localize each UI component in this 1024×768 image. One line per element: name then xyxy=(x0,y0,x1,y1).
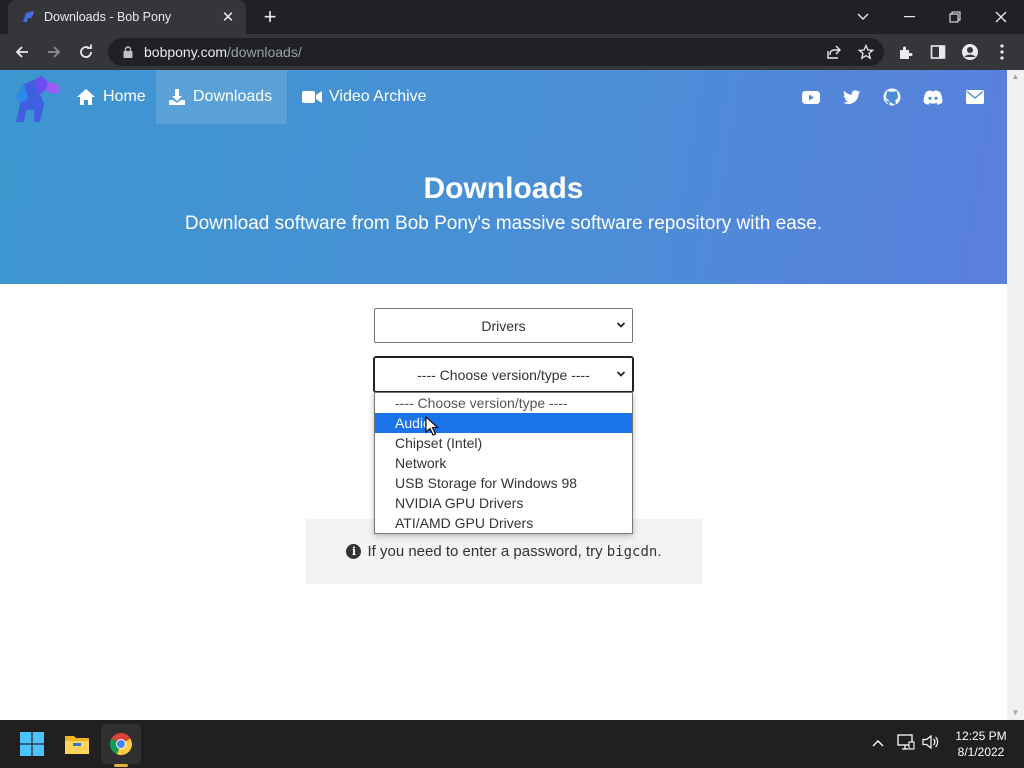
url-domain: bobpony.com xyxy=(144,44,228,60)
hero-banner: Home Downloads Video Archive Downloads D… xyxy=(0,70,1007,284)
youtube-icon[interactable] xyxy=(801,87,821,107)
volume-icon[interactable] xyxy=(922,734,940,753)
system-clock[interactable]: 12:25 PM 8/1/2022 xyxy=(944,728,1018,760)
scroll-up-arrow-icon[interactable]: ▲ xyxy=(1007,70,1024,84)
info-icon: i xyxy=(346,544,362,559)
network-icon[interactable] xyxy=(897,734,915,753)
chevron-down-icon xyxy=(616,322,626,328)
tab-close-icon[interactable]: ✕ xyxy=(216,8,240,26)
category-select-value: Drivers xyxy=(481,317,526,334)
twitter-icon[interactable] xyxy=(842,87,862,107)
clock-time: 12:25 PM xyxy=(955,729,1007,743)
page-subtitle: Download software from Bob Pony's massiv… xyxy=(184,213,823,234)
address-bar[interactable]: bobpony.com/downloads/ xyxy=(108,38,884,66)
dropdown-option-audio[interactable]: Audio xyxy=(375,413,632,433)
home-icon xyxy=(76,88,96,106)
url-text: bobpony.com/downloads/ xyxy=(144,44,302,60)
discord-icon[interactable] xyxy=(923,87,943,107)
new-tab-button[interactable]: + xyxy=(258,5,282,29)
active-app-indicator xyxy=(114,764,128,767)
clock-date: 8/1/2022 xyxy=(957,745,1005,759)
password-hint-text: If you need to enter a password, try xyxy=(367,543,607,560)
browser-tab-strip: Downloads - Bob Pony ✕ + xyxy=(0,0,1024,34)
version-select-value: ---- Choose version/type ---- xyxy=(417,366,590,383)
profile-icon[interactable] xyxy=(956,38,984,66)
dropdown-option-ati-amd[interactable]: ATI/AMD GPU Drivers xyxy=(375,513,632,533)
version-select[interactable]: ---- Choose version/type ---- xyxy=(373,356,634,393)
chevron-down-icon xyxy=(616,371,626,377)
dropdown-option-placeholder[interactable]: ---- Choose version/type ---- xyxy=(375,393,632,413)
nav-video-archive-label: Video Archive xyxy=(329,88,427,105)
category-select[interactable]: Drivers xyxy=(374,308,633,343)
close-window-button[interactable] xyxy=(978,0,1024,34)
dropdown-option-network[interactable]: Network xyxy=(375,453,632,473)
extensions-icon[interactable] xyxy=(892,38,920,66)
restore-button[interactable] xyxy=(932,0,978,34)
reload-button[interactable] xyxy=(72,38,100,66)
nav-downloads-link[interactable]: Downloads xyxy=(156,70,287,124)
page-scrollbar[interactable]: ▲ ▼ xyxy=(1007,70,1024,720)
bookmark-star-icon[interactable] xyxy=(852,38,880,66)
back-button[interactable] xyxy=(8,38,36,66)
bobpony-favicon-icon xyxy=(23,11,34,22)
download-icon xyxy=(168,88,186,106)
password-hint-code: bigcdn xyxy=(606,543,658,560)
lock-icon xyxy=(123,46,133,58)
nav-video-archive-link[interactable]: Video Archive xyxy=(290,70,439,124)
scroll-down-arrow-icon[interactable]: ▼ xyxy=(1007,706,1024,720)
dropdown-option-chipset[interactable]: Chipset (Intel) xyxy=(375,433,632,453)
side-panel-icon[interactable] xyxy=(924,38,952,66)
browser-tab[interactable]: Downloads - Bob Pony ✕ xyxy=(8,0,246,34)
minimize-button[interactable] xyxy=(886,0,932,34)
tab-search-icon[interactable] xyxy=(840,0,886,34)
chrome-taskbar-icon[interactable] xyxy=(101,724,141,764)
mouse-pointer-icon xyxy=(425,416,439,436)
web-page: Home Downloads Video Archive Downloads D… xyxy=(0,70,1007,720)
nav-downloads-label: Downloads xyxy=(193,88,273,105)
page-title: Downloads xyxy=(423,172,584,205)
windows-start-icon[interactable] xyxy=(12,724,52,764)
video-icon xyxy=(302,90,322,104)
windows-taskbar: 12:25 PM 8/1/2022 xyxy=(0,720,1024,768)
nav-home-label: Home xyxy=(103,88,146,105)
share-icon[interactable] xyxy=(820,38,848,66)
password-hint-end: . xyxy=(657,543,662,560)
version-dropdown-list: ---- Choose version/type ---- Audio Chip… xyxy=(374,392,633,534)
dropdown-option-nvidia[interactable]: NVIDIA GPU Drivers xyxy=(375,493,632,513)
site-navbar: Home Downloads Video Archive xyxy=(0,70,1007,124)
menu-kebab-icon[interactable] xyxy=(988,38,1016,66)
dropdown-option-usb-storage[interactable]: USB Storage for Windows 98 xyxy=(375,473,632,493)
url-path: /downloads/ xyxy=(227,44,302,60)
nav-home-link[interactable]: Home xyxy=(64,70,158,124)
bobpony-logo-icon[interactable] xyxy=(10,74,64,124)
browser-toolbar: bobpony.com/downloads/ xyxy=(0,34,1024,70)
github-icon[interactable] xyxy=(882,87,902,107)
mail-icon[interactable] xyxy=(965,87,985,107)
file-explorer-icon[interactable] xyxy=(57,724,97,764)
forward-button[interactable] xyxy=(40,38,68,66)
tray-overflow-chevron-icon[interactable] xyxy=(872,734,884,750)
tab-title: Downloads - Bob Pony xyxy=(44,10,172,24)
